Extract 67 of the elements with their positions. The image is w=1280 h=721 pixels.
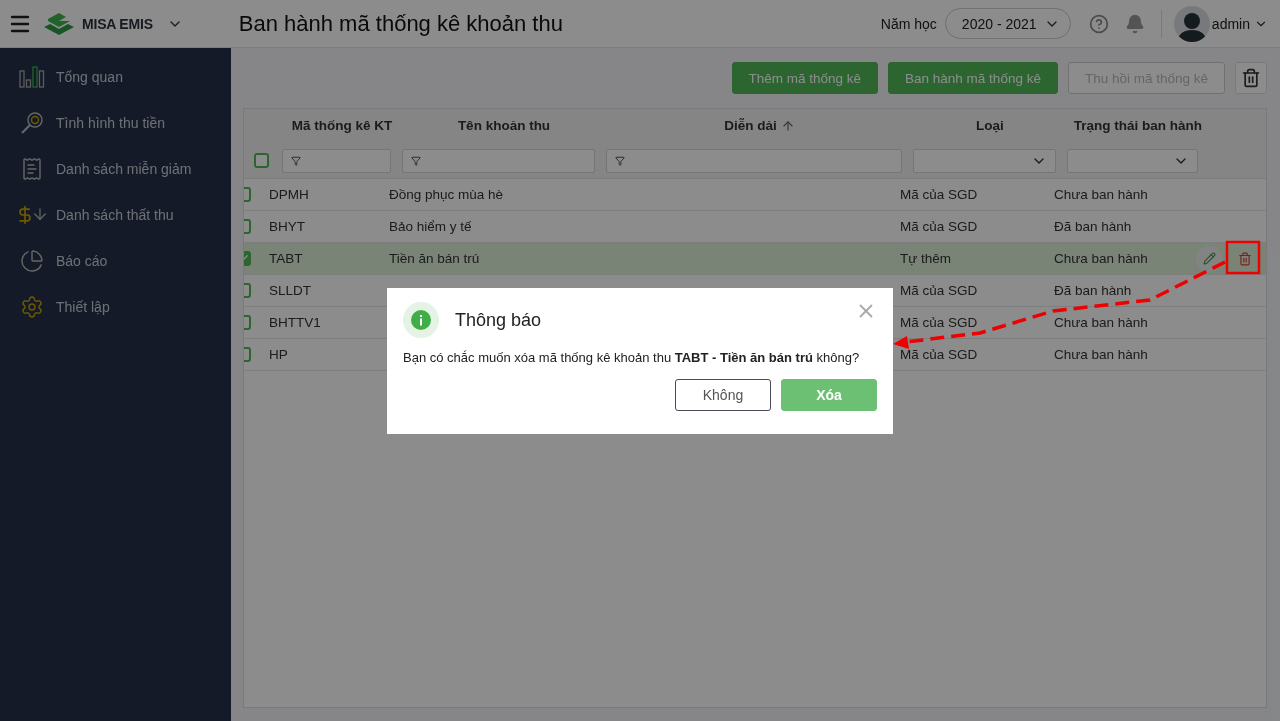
cancel-button[interactable]: Không <box>675 379 771 411</box>
bell-icon[interactable] <box>1124 13 1145 34</box>
checkbox[interactable] <box>254 153 269 168</box>
table-cell-text: BHYT <box>269 219 306 234</box>
table-cell-text: Bảo hiểm y tế <box>389 219 473 234</box>
filter-icon <box>615 155 625 166</box>
filter-icon <box>291 155 301 166</box>
toolbar-button[interactable]: Thêm mã thống kê <box>731 62 879 94</box>
pencil-icon <box>1202 252 1216 265</box>
table-cell-text: DPMH <box>269 187 310 202</box>
settings-icon <box>20 295 44 319</box>
magnifier-coin-icon <box>20 111 44 135</box>
column-header[interactable]: Mã thống kê KT <box>291 118 393 133</box>
table-cell-text: Mã của SGD <box>900 283 979 298</box>
table-cell-text: Chưa ban hành <box>1054 347 1149 362</box>
table-cell-text: Đã ban hành <box>1054 283 1133 298</box>
sidebar-item[interactable]: Báo cáo <box>56 253 108 269</box>
filter-select[interactable] <box>913 148 1056 173</box>
table-cell-text: Chưa ban hành <box>1054 251 1149 266</box>
table-cell-text: Chưa ban hành <box>1054 187 1149 202</box>
column-header[interactable]: Loại <box>976 118 1004 133</box>
table-cell-text: BHTTV1 <box>269 315 322 330</box>
delete-button[interactable] <box>1235 62 1267 94</box>
sidebar-item[interactable]: Danh sách miễn giảm <box>56 161 192 177</box>
delete-icon[interactable] <box>1238 251 1252 266</box>
trash-icon <box>1241 68 1261 88</box>
pie-chart-icon <box>20 249 44 273</box>
table-cell-text: Tự thêm <box>900 251 953 266</box>
sidebar-item[interactable]: Tình hình thu tiền <box>56 115 165 131</box>
logo-icon <box>42 10 76 37</box>
filter-icon <box>411 155 421 166</box>
column-header[interactable]: Diễn dải <box>724 118 795 133</box>
bar-chart-icon <box>19 66 45 88</box>
table-cell-text: Đồng phục mùa hè <box>389 187 505 202</box>
edit-button[interactable] <box>1196 245 1222 272</box>
delete-button[interactable]: Xóa <box>781 379 877 411</box>
app-name: MISA EMIS <box>82 15 153 32</box>
table-cell-text: Chưa ban hành <box>1054 315 1149 330</box>
avatar[interactable] <box>1173 5 1210 42</box>
filter-field[interactable] <box>282 148 391 173</box>
column-header[interactable]: Tên khoản thu <box>457 118 551 133</box>
table-cell-text: Mã của SGD <box>900 315 979 330</box>
dialog-message: Bạn có chắc muốn xóa mã thống kê khoản thu TABT - Tiền ăn bán trú không? <box>403 350 861 365</box>
filter-field[interactable] <box>402 148 595 173</box>
year-label: Năm học <box>880 15 937 32</box>
receipt-icon <box>20 157 44 181</box>
table-cell-text: Mã của SGD <box>900 219 979 234</box>
sidebar-item[interactable]: Danh sách thất thu <box>56 207 174 223</box>
info-icon <box>403 302 439 338</box>
table-cell-text: Tiền ăn bán trú <box>389 251 481 266</box>
table-cell-text: HP <box>269 347 289 362</box>
column-header[interactable]: Trạng thái ban hành <box>1073 118 1203 133</box>
filter-field[interactable] <box>606 148 902 173</box>
table-cell-text: Mã của SGD <box>900 347 979 362</box>
table-cell-text: SLLDT <box>269 283 313 298</box>
user-name[interactable]: admin <box>1211 15 1250 32</box>
table-cell-text: TABT <box>269 251 304 266</box>
highlight-frame <box>1225 240 1261 275</box>
table-cell-text: Đã ban hành <box>1054 219 1133 234</box>
dialog-title: Thông báo <box>455 309 542 331</box>
sidebar-item[interactable]: Thiết lập <box>56 299 110 315</box>
toolbar-button[interactable]: Ban hành mã thống kê <box>888 62 1058 94</box>
filter-select[interactable] <box>1067 148 1198 173</box>
sidebar-item[interactable]: Tổng quan <box>56 69 123 85</box>
help-icon[interactable] <box>1088 13 1109 34</box>
table-cell-text: Mã của SGD <box>900 187 979 202</box>
page-title: Ban hành mã thống kê khoản thu <box>238 10 563 37</box>
